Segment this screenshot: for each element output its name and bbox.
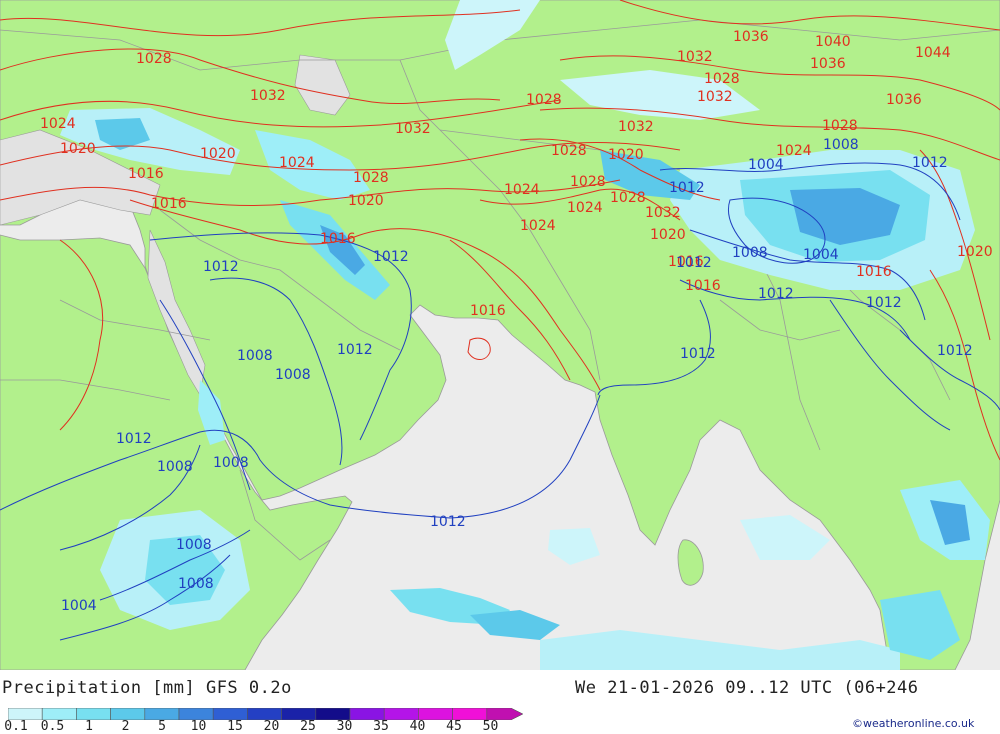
chart-title: Precipitation [mm] GFS 0.2o	[2, 678, 292, 698]
credit-text: ©weatheronline.co.uk	[852, 717, 975, 730]
isobar-label: 1020	[60, 141, 96, 157]
isobar-label: 1024	[504, 182, 540, 198]
valid-datetime: We 21-01-2026 09..12 UTC (06+246	[575, 678, 919, 698]
legend-tick-label: 20	[263, 719, 280, 734]
isobar-label: 1008	[213, 455, 249, 471]
isobar-label: 1008	[237, 348, 273, 364]
isobar-label: 1032	[645, 205, 681, 221]
isobar-label: 1020	[348, 193, 384, 209]
isobar-label: 1016	[151, 196, 187, 212]
isobar-label: 1012	[758, 286, 794, 302]
isobar-label: 1012	[937, 343, 973, 359]
isobar-label: 1016	[685, 278, 721, 294]
legend-tick-label: 0.5	[40, 719, 65, 734]
legend-tick-label: 40	[409, 719, 426, 734]
isobar-label: 1024	[40, 116, 76, 132]
isobar-label: 1004	[61, 598, 97, 614]
isobar-label: 1016	[128, 166, 164, 182]
isobar-label: 1008	[823, 137, 859, 153]
legend-tick-label: 25	[300, 719, 316, 734]
isobar-label: 1004	[803, 247, 839, 263]
isobar-label: 1012	[912, 155, 948, 171]
legend-tick-label: 10	[190, 719, 207, 734]
isobar-label: 1016	[320, 231, 356, 247]
isobar-label: 1012	[866, 295, 902, 311]
isobar-label: 1012	[373, 249, 409, 265]
isobar-label: 1020	[200, 146, 236, 162]
isobar-label: 1004	[748, 157, 784, 173]
isobar-label: 1008	[176, 537, 212, 553]
precipitation-map: 1028 1032 1036 1040 1044 1032 1036 1028 …	[0, 0, 1000, 670]
legend-color-cell	[76, 708, 111, 720]
isobar-label: 1028	[610, 190, 646, 206]
isobar-label: 1044	[915, 45, 951, 61]
isobar-label: 1012	[676, 255, 712, 271]
isobar-label: 1024	[567, 200, 603, 216]
isobar-label: 1016	[856, 264, 892, 280]
isobar-label: 1040	[815, 34, 851, 50]
isobar-label: 1008	[178, 576, 214, 592]
isobar-label: 1028	[822, 118, 858, 134]
isobar-label: 1012	[337, 342, 373, 358]
isobar-label: 1028	[353, 170, 389, 186]
isobar-label: 1032	[697, 89, 733, 105]
legend-tick-label: 50	[482, 719, 499, 734]
isobar-label: 1032	[618, 119, 654, 135]
isobar-label: 1036	[733, 29, 769, 45]
legend-tick-label: 0.1	[4, 719, 28, 734]
isobar-label: 1028	[704, 71, 740, 87]
isobar-label: 1036	[810, 56, 846, 72]
isobar-label: 1020	[957, 244, 993, 260]
isobar-label: 1012	[669, 180, 705, 196]
legend-tick-label: 5	[158, 719, 166, 734]
isobar-label: 1032	[395, 121, 431, 137]
isobar-label: 1008	[157, 459, 193, 475]
isobar-label: 1016	[470, 303, 506, 319]
isobar-label: 1032	[250, 88, 286, 104]
isobar-label: 1008	[275, 367, 311, 383]
isobar-label: 1020	[650, 227, 686, 243]
isobar-label: 1028	[526, 92, 562, 108]
isobar-label: 1012	[116, 431, 152, 447]
isobar-label: 1024	[279, 155, 315, 171]
legend-tick-label: 45	[446, 719, 462, 734]
isobar-label: 1020	[608, 147, 644, 163]
isobar-label: 1012	[203, 259, 239, 275]
legend-tick-label: 15	[227, 719, 243, 734]
isobar-label: 1028	[570, 174, 606, 190]
isobar-label: 1024	[520, 218, 556, 234]
legend-tick-label: 1	[85, 719, 93, 734]
isobar-label: 1008	[732, 245, 768, 261]
isobar-label: 1012	[430, 514, 466, 530]
isobar-label: 1028	[551, 143, 587, 159]
isobar-label: 1012	[680, 346, 716, 362]
legend-tick-label: 35	[373, 719, 389, 734]
isobar-label: 1032	[677, 49, 713, 65]
legend-tick-label: 30	[336, 719, 353, 734]
isobar-label: 1036	[886, 92, 922, 108]
isobar-label: 1028	[136, 51, 172, 67]
legend-tick-label: 2	[121, 719, 130, 734]
